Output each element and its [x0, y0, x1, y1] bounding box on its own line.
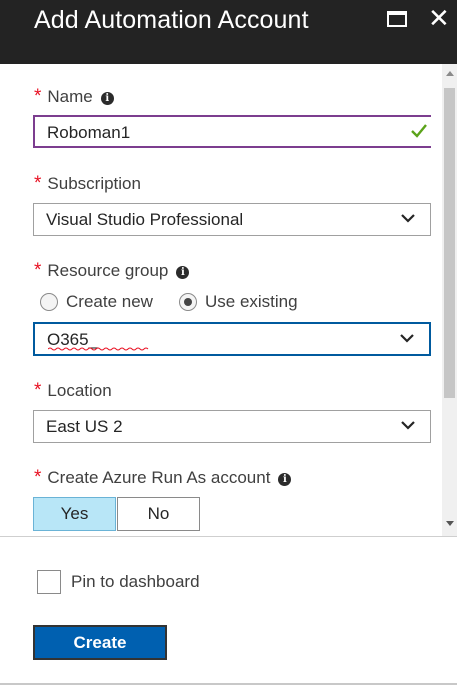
required-asterisk: * — [34, 86, 42, 107]
info-icon[interactable]: i — [176, 266, 190, 279]
pin-to-dashboard-checkbox[interactable]: Pin to dashboard — [37, 570, 200, 594]
pin-to-dashboard-label: Pin to dashboard — [71, 572, 200, 591]
radio-use-existing[interactable]: Use existing — [179, 292, 298, 312]
name-field[interactable]: Roboman1 — [33, 115, 431, 148]
maximize-icon[interactable] — [387, 11, 409, 29]
scroll-down-arrow-icon[interactable] — [446, 521, 454, 526]
run-as-toggle: Yes No — [33, 497, 200, 531]
location-label: Location — [47, 381, 112, 400]
info-icon[interactable]: i — [100, 92, 114, 105]
spellcheck-underline — [48, 347, 149, 351]
radio-use-existing-label: Use existing — [205, 292, 298, 311]
scrollbar[interactable] — [442, 64, 457, 536]
create-button[interactable]: Create — [33, 625, 167, 660]
location-select[interactable]: East US 2 — [33, 410, 431, 443]
required-asterisk: * — [34, 260, 42, 281]
close-icon[interactable]: ✕ — [428, 5, 454, 33]
blade-header: Add Automation Account ✕ — [0, 0, 457, 64]
run-as-label: Create Azure Run As account — [47, 468, 271, 487]
location-label-row: * Location — [34, 380, 112, 402]
checkmark-icon — [411, 124, 427, 138]
subscription-select[interactable]: Visual Studio Professional — [33, 203, 431, 236]
radio-create-new[interactable]: Create new — [40, 292, 153, 312]
blade-footer: Pin to dashboard Create — [0, 536, 457, 685]
form-content: * Name i Roboman1 * Subscription Visual Stu… — [0, 64, 442, 536]
chevron-down-icon — [401, 421, 415, 430]
name-label: Name — [47, 87, 93, 106]
name-value: Roboman1 — [47, 123, 131, 142]
required-asterisk: * — [34, 467, 42, 488]
scroll-up-arrow-icon[interactable] — [446, 71, 454, 76]
subscription-label: Subscription — [47, 174, 141, 193]
required-asterisk: * — [34, 173, 42, 194]
run-as-yes-button[interactable]: Yes — [33, 497, 116, 531]
run-as-no-button[interactable]: No — [117, 497, 200, 531]
radio-button-selected-icon — [179, 293, 197, 311]
resource-group-select[interactable]: O365_ — [33, 322, 431, 356]
location-value: East US 2 — [46, 417, 123, 436]
blade-title: Add Automation Account — [34, 6, 309, 34]
run-as-label-row: * Create Azure Run As account i — [34, 467, 292, 489]
resource-group-label: Resource group — [47, 261, 169, 280]
radio-create-new-label: Create new — [66, 292, 153, 311]
subscription-label-row: * Subscription — [34, 173, 141, 195]
radio-button-icon — [40, 293, 58, 311]
required-asterisk: * — [34, 380, 42, 401]
resource-group-label-row: * Resource group i — [34, 260, 190, 282]
info-icon[interactable]: i — [278, 473, 292, 486]
chevron-down-icon — [400, 334, 414, 343]
name-label-row: * Name i — [34, 86, 114, 108]
subscription-value: Visual Studio Professional — [46, 210, 244, 229]
scrollbar-thumb[interactable] — [444, 88, 455, 398]
checkbox-icon[interactable] — [37, 570, 61, 594]
chevron-down-icon — [401, 214, 415, 223]
